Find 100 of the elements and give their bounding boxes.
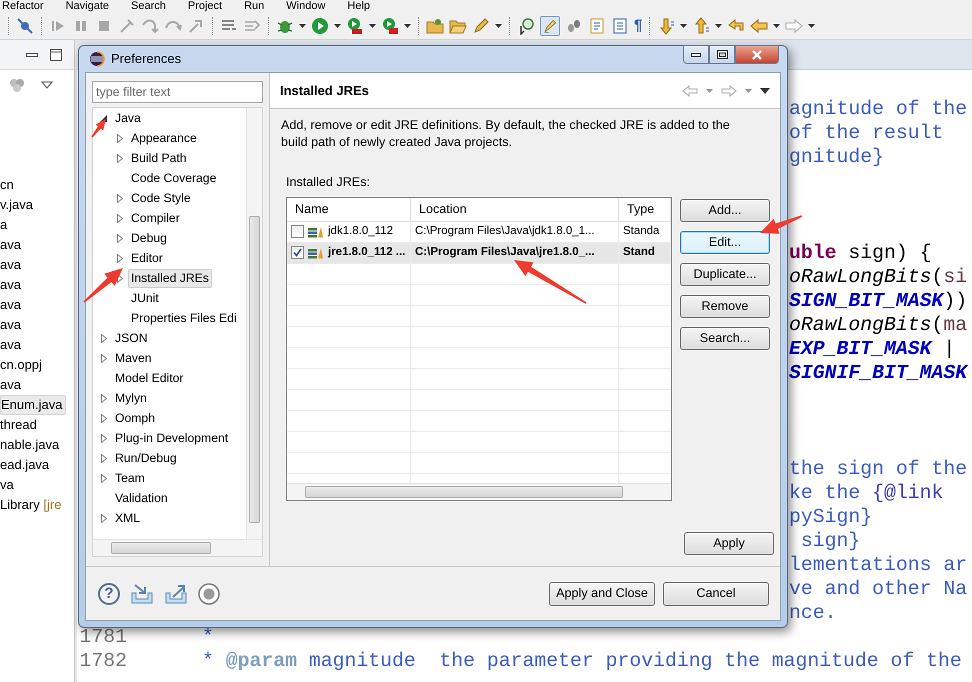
up-arrow-icon[interactable] bbox=[692, 17, 710, 35]
right-arrow-icon[interactable] bbox=[785, 17, 804, 35]
tree-item[interactable]: Team bbox=[112, 468, 148, 488]
expand-triangle-icon[interactable] bbox=[100, 474, 108, 482]
tree-item[interactable]: Properties Files Edi bbox=[128, 308, 240, 328]
folder-icon[interactable] bbox=[426, 17, 444, 35]
forward-arrow-icon[interactable] bbox=[721, 84, 737, 96]
left-arrow-icon[interactable] bbox=[750, 17, 768, 35]
column-header[interactable]: Location bbox=[411, 198, 619, 221]
tree-item[interactable]: Editor bbox=[128, 248, 166, 268]
pilcrow-button[interactable]: ¶ bbox=[634, 17, 642, 35]
horizontal-scrollbar[interactable] bbox=[93, 539, 262, 556]
checkbox[interactable] bbox=[291, 225, 304, 238]
tree-item[interactable]: Build Path bbox=[128, 148, 190, 168]
side-button[interactable]: Edit... bbox=[680, 230, 770, 254]
menu-item[interactable]: Navigate bbox=[66, 0, 109, 13]
file-item[interactable]: ead.java bbox=[0, 455, 52, 475]
side-button[interactable]: Duplicate... bbox=[680, 262, 770, 286]
file-item[interactable]: ava bbox=[0, 375, 24, 395]
caret-icon[interactable] bbox=[680, 24, 688, 28]
tree-item[interactable]: Model Editor bbox=[112, 368, 186, 388]
filter-field[interactable]: type filter text bbox=[92, 81, 263, 103]
expand-triangle-icon[interactable] bbox=[116, 254, 124, 262]
tree-item[interactable]: Validation bbox=[112, 488, 171, 508]
caret-icon[interactable] bbox=[715, 24, 722, 28]
slashed-pin-icon[interactable] bbox=[16, 17, 34, 35]
expand-triangle-icon[interactable] bbox=[100, 434, 108, 442]
file-item[interactable]: nable.java bbox=[0, 435, 62, 455]
tree-item[interactable]: JSON bbox=[112, 328, 151, 348]
help-button[interactable]: ? bbox=[98, 582, 120, 604]
export-icon[interactable] bbox=[164, 582, 188, 604]
run-icon[interactable] bbox=[311, 17, 329, 35]
checkbox[interactable] bbox=[291, 246, 304, 260]
file-item[interactable]: a bbox=[0, 215, 10, 235]
tree-item[interactable]: Mylyn bbox=[112, 388, 150, 408]
file-item[interactable]: thread bbox=[0, 415, 40, 435]
tree-item[interactable]: Compiler bbox=[128, 208, 183, 228]
expand-triangle-icon[interactable] bbox=[100, 334, 108, 342]
caret-icon[interactable] bbox=[334, 24, 341, 28]
expand-triangle-icon[interactable] bbox=[100, 514, 108, 522]
apply-button[interactable]: Apply bbox=[684, 532, 774, 555]
circles-icon[interactable] bbox=[9, 78, 25, 92]
expand-triangle-icon[interactable] bbox=[116, 154, 124, 162]
file-item[interactable]: Enum.java bbox=[0, 395, 66, 415]
tree-item[interactable]: JUnit bbox=[128, 288, 162, 308]
caret-icon[interactable] bbox=[773, 24, 780, 28]
vertical-scrollbar[interactable] bbox=[246, 108, 262, 539]
menu-item[interactable]: Project bbox=[188, 0, 222, 13]
expand-triangle-icon[interactable] bbox=[116, 214, 124, 222]
tree-item[interactable]: Run/Debug bbox=[112, 448, 180, 468]
expand-triangle-icon[interactable] bbox=[100, 414, 108, 422]
coverage-icon[interactable] bbox=[346, 17, 364, 35]
horizontal-scrollbar[interactable] bbox=[287, 482, 671, 500]
tree-item[interactable]: Code Coverage bbox=[128, 168, 220, 188]
side-button[interactable]: Add... bbox=[680, 198, 770, 222]
side-button[interactable]: Remove bbox=[680, 294, 770, 318]
tree-item[interactable]: XML bbox=[112, 508, 144, 528]
caret-icon[interactable] bbox=[404, 24, 411, 28]
file-item[interactable]: ava bbox=[0, 275, 24, 295]
dialog-button[interactable]: Cancel bbox=[663, 582, 769, 606]
file-item[interactable]: ava bbox=[0, 235, 24, 255]
tree-item[interactable]: Debug bbox=[128, 228, 170, 248]
down-arrow-icon[interactable] bbox=[657, 17, 676, 35]
minimize-icon[interactable] bbox=[26, 52, 38, 56]
pen-icon[interactable] bbox=[472, 17, 490, 35]
dialog-button[interactable]: Apply and Close bbox=[549, 582, 655, 606]
file-item[interactable]: ava bbox=[0, 335, 24, 355]
menu-item[interactable]: Window bbox=[286, 0, 326, 13]
maximize-icon[interactable] bbox=[50, 48, 62, 60]
expand-triangle-icon[interactable] bbox=[116, 194, 124, 202]
menu-item[interactable]: Refactor bbox=[2, 0, 44, 13]
column-header[interactable]: Name bbox=[287, 198, 411, 221]
highlighter-icon[interactable] bbox=[540, 16, 560, 36]
file-item[interactable]: cn bbox=[0, 175, 17, 195]
expand-triangle-icon[interactable] bbox=[116, 134, 124, 142]
step-into-icon[interactable] bbox=[141, 17, 159, 35]
caret-icon[interactable] bbox=[495, 24, 502, 28]
tree-item[interactable]: Maven bbox=[112, 348, 155, 368]
view-menu-icon[interactable] bbox=[760, 88, 770, 94]
step-return-icon[interactable] bbox=[187, 17, 205, 35]
disconnect-icon[interactable] bbox=[118, 17, 136, 35]
file-item[interactable]: v.java bbox=[0, 195, 36, 215]
menu-item[interactable]: Help bbox=[347, 0, 370, 13]
file-item[interactable]: ava bbox=[0, 295, 24, 315]
document-icon[interactable] bbox=[611, 17, 629, 35]
tree-item[interactable]: Oomph bbox=[112, 408, 158, 428]
toolbox-icon[interactable] bbox=[381, 17, 399, 35]
expand-triangle-icon[interactable] bbox=[100, 454, 108, 462]
caret-icon[interactable] bbox=[369, 24, 376, 28]
import-icon[interactable] bbox=[130, 582, 154, 604]
record-icon[interactable] bbox=[198, 582, 220, 604]
expand-triangle-icon[interactable] bbox=[100, 394, 108, 402]
tree-item[interactable]: Code Style bbox=[128, 188, 194, 208]
view-menu-icon[interactable] bbox=[41, 81, 53, 89]
menu-item[interactable]: Search bbox=[131, 0, 166, 13]
side-button[interactable]: Search... bbox=[680, 326, 770, 350]
caret-icon[interactable] bbox=[808, 24, 816, 28]
column-header[interactable]: Type bbox=[619, 198, 671, 221]
file-item[interactable]: cn.oppj bbox=[0, 355, 45, 375]
tree-item[interactable]: Plug-in Development bbox=[112, 428, 232, 448]
